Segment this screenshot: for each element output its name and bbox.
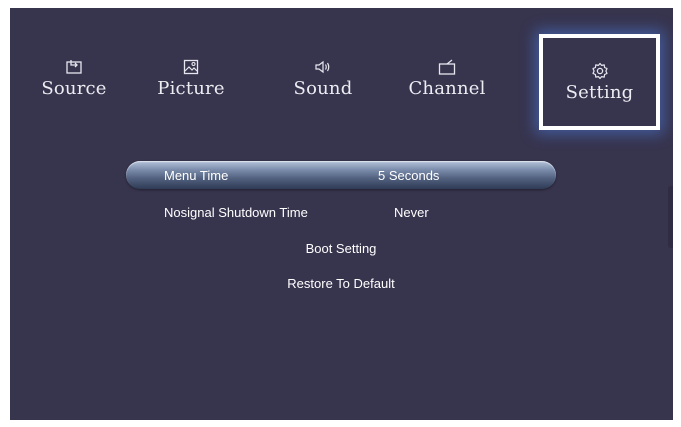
menu-time-value: 5 Seconds	[378, 168, 440, 183]
tab-channel[interactable]: Channel	[407, 38, 487, 118]
top-menu-tabs: Source Picture Sound Channel Setting	[10, 8, 673, 138]
restore-default-row[interactable]: Restore To Default	[126, 272, 556, 296]
tab-picture[interactable]: Picture	[153, 38, 229, 118]
tab-picture-label: Picture	[157, 77, 225, 99]
boot-setting-row[interactable]: Boot Setting	[126, 237, 556, 261]
picture-icon	[182, 58, 200, 76]
tab-setting-label: Setting	[565, 81, 634, 103]
nosignal-shutdown-label: Nosignal Shutdown Time	[164, 205, 308, 220]
tv-menu-screen: Source Picture Sound Channel Setting Men…	[10, 8, 673, 420]
sound-icon	[314, 58, 332, 76]
gear-icon	[591, 62, 609, 80]
nosignal-shutdown-row[interactable]: Nosignal Shutdown Time Never	[126, 201, 556, 225]
boot-setting-label: Boot Setting	[305, 241, 377, 256]
channel-icon	[438, 58, 456, 76]
tab-channel-label: Channel	[408, 77, 486, 99]
nosignal-shutdown-value: Never	[394, 205, 429, 220]
tab-source-label: Source	[41, 77, 107, 99]
tab-source[interactable]: Source	[41, 38, 107, 118]
side-scroll-handle	[668, 186, 673, 248]
menu-time-label: Menu Time	[164, 168, 229, 183]
restore-default-label: Restore To Default	[287, 276, 395, 291]
tab-sound[interactable]: Sound	[287, 38, 359, 118]
source-icon	[65, 58, 83, 76]
tab-sound-label: Sound	[293, 77, 353, 99]
tab-setting[interactable]: Setting	[539, 34, 660, 130]
